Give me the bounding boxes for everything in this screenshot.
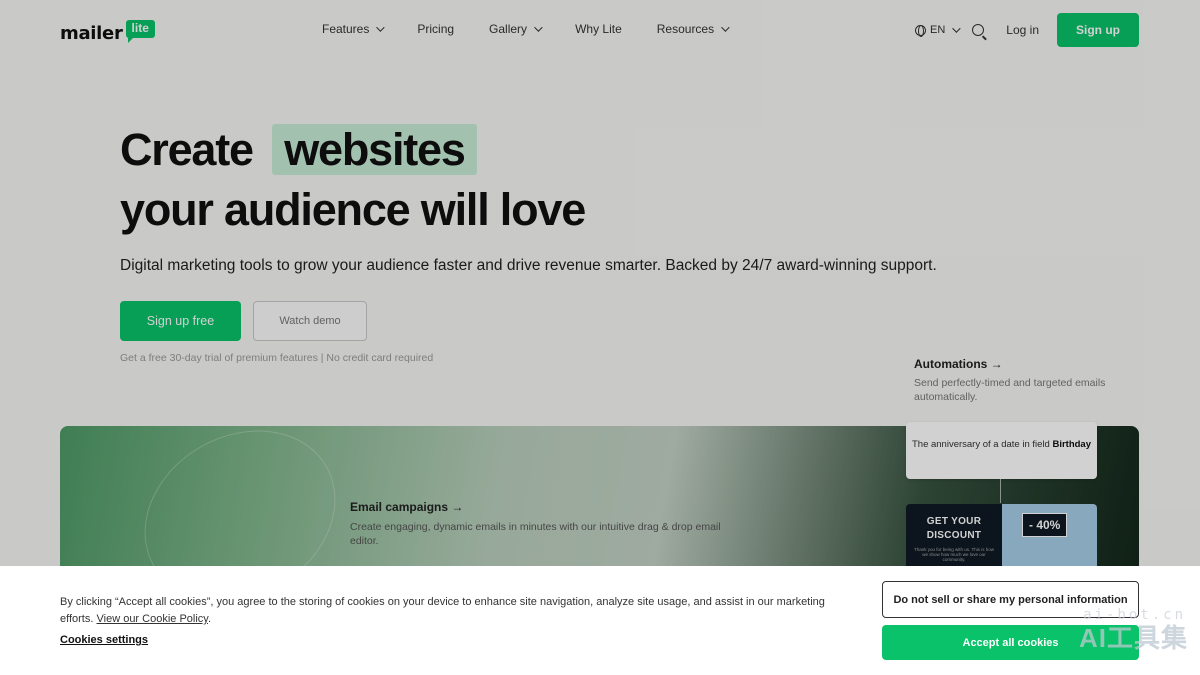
cookies-settings-link[interactable]: Cookies settings bbox=[60, 634, 148, 646]
cookie-banner: By clicking “Accept all cookies”, you ag… bbox=[0, 566, 1200, 675]
chevron-down-icon bbox=[952, 24, 961, 33]
chevron-down-icon bbox=[721, 23, 730, 32]
automations-title[interactable]: Automations → bbox=[914, 357, 1114, 371]
hero-subtitle: Digital marketing tools to grow your aud… bbox=[120, 257, 937, 274]
email-campaigns-callout[interactable]: Email campaigns → Create engaging, dynam… bbox=[350, 500, 730, 548]
signup-free-button[interactable]: Sign up free bbox=[120, 301, 241, 341]
nav-actions: EN Log in Sign up bbox=[915, 13, 1139, 47]
automations-description: Send perfectly-timed and targeted emails… bbox=[914, 377, 1106, 403]
hero-title: Create websites your audience will love bbox=[120, 120, 586, 240]
email-campaigns-title[interactable]: Email campaigns → bbox=[350, 500, 730, 514]
nav-item-features[interactable]: Features bbox=[322, 22, 386, 36]
chevron-down-icon bbox=[376, 23, 386, 32]
signup-button[interactable]: Sign up bbox=[1057, 13, 1139, 47]
trigger-field: Birthday bbox=[1052, 439, 1092, 450]
nav-item-why-lite[interactable]: Why Lite bbox=[575, 22, 622, 36]
automation-trigger-card: The anniversary of a date in field Birth… bbox=[906, 422, 1097, 479]
chevron-down-icon bbox=[534, 23, 543, 32]
discount-badge: - 40% bbox=[1022, 513, 1068, 537]
hero-title-line2: your audience will love bbox=[120, 184, 586, 235]
automations-callout[interactable]: Automations → Send perfectly-timed and t… bbox=[914, 357, 1114, 404]
cookie-policy-link[interactable]: View our Cookie Policy bbox=[97, 613, 208, 625]
promo-title-line2: DISCOUNT bbox=[926, 530, 982, 541]
language-label: EN bbox=[930, 24, 946, 36]
hero-title-prefix: Create bbox=[120, 124, 254, 175]
watch-demo-button[interactable]: Watch demo bbox=[253, 301, 367, 341]
cookie-period: . bbox=[207, 613, 212, 625]
logo-bubble: lite bbox=[125, 20, 155, 43]
nav-item-label: Why Lite bbox=[575, 22, 622, 36]
top-navigation: mailer lite Features Pricing Gallery Why… bbox=[0, 0, 1200, 62]
connector-line bbox=[1000, 479, 1001, 503]
mailerlite-logo[interactable]: mailer lite bbox=[60, 14, 155, 44]
language-selector[interactable]: EN bbox=[915, 24, 961, 37]
hero-title-highlight: websites bbox=[272, 124, 477, 175]
nav-item-gallery[interactable]: Gallery bbox=[489, 22, 543, 36]
nav-item-label: Gallery bbox=[489, 22, 528, 36]
nav-item-resources[interactable]: Resources bbox=[656, 22, 730, 36]
watermark-logo: AI工具集 bbox=[1078, 623, 1188, 653]
nav-item-label: Pricing bbox=[417, 22, 455, 36]
logo-word: mailer bbox=[60, 23, 123, 44]
nav-item-label: Features bbox=[322, 22, 370, 36]
nav-item-label: Resources bbox=[656, 22, 715, 36]
globe-icon bbox=[915, 24, 927, 37]
trial-note: Get a free 30-day trial of premium featu… bbox=[120, 352, 434, 364]
cookie-text: By clicking “Accept all cookies”, you ag… bbox=[60, 594, 850, 628]
email-campaigns-description: Create engaging, dynamic emails in minut… bbox=[350, 521, 721, 547]
promo-small-text: Thank you for being with us. This is how… bbox=[914, 547, 994, 562]
search-icon[interactable] bbox=[972, 24, 985, 36]
login-link[interactable]: Log in bbox=[1006, 23, 1039, 37]
promo-title-line1: GET YOUR bbox=[926, 516, 982, 527]
main-menu: Features Pricing Gallery Why Lite Resour… bbox=[322, 22, 762, 36]
trigger-text: The anniversary of a date in field bbox=[911, 439, 1050, 450]
nav-item-pricing[interactable]: Pricing bbox=[417, 22, 454, 36]
